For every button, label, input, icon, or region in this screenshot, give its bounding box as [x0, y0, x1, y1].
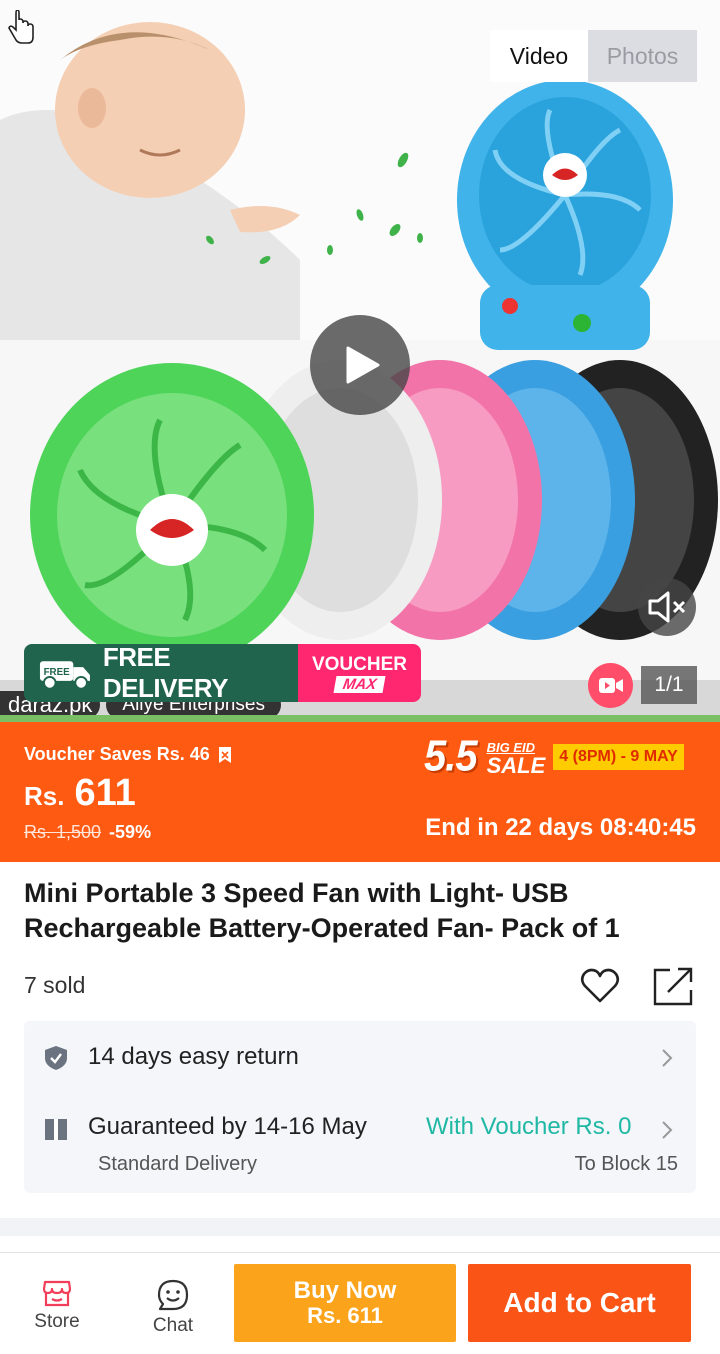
voucher-saves[interactable]: Voucher Saves Rs. 46: [24, 744, 232, 765]
mute-toggle-button[interactable]: [638, 578, 696, 636]
chat-label: Chat: [152, 1315, 194, 1336]
discount-percent: -59%: [109, 822, 152, 842]
product-title: Mini Portable 3 Speed Fan with Light- US…: [24, 878, 620, 943]
video-camera-badge: [588, 663, 633, 708]
original-price-row: Rs. 1,500 -59%: [24, 822, 151, 843]
voucher-max-label: MAX: [333, 675, 386, 693]
tab-video[interactable]: Video: [490, 30, 588, 82]
campaign-words: BIG EID SALE: [486, 739, 546, 778]
voucher-tag-icon: [218, 746, 231, 763]
tab-photos[interactable]: Photos: [588, 30, 697, 82]
shield-check-icon: [45, 1046, 67, 1070]
free-badge-text: FREE: [44, 667, 71, 678]
current-price: Rs. 611: [24, 772, 136, 815]
section-divider: [0, 1218, 720, 1236]
chevron-right-icon: [662, 1049, 673, 1067]
store-icon: [42, 1280, 72, 1307]
price-amount: 611: [74, 772, 136, 814]
service-card: 14 days easy return Guaranteed by 14-16 …: [24, 1021, 696, 1193]
product-media-gallery[interactable]: Video Photos 1/1 daraz.pk Allye Enterpri…: [0, 0, 720, 722]
return-policy-row[interactable]: 14 days easy return: [24, 1021, 696, 1095]
original-price: Rs. 1,500: [24, 822, 102, 842]
campaign-sale: SALE: [486, 752, 546, 778]
buy-now-price: Rs. 611: [307, 1303, 383, 1328]
video-camera-icon: [599, 678, 623, 693]
store-button[interactable]: Store: [22, 1279, 92, 1339]
return-policy-text: 14 days easy return: [88, 1043, 299, 1070]
add-to-cart-button[interactable]: Add to Cart: [468, 1264, 691, 1342]
store-label: Store: [34, 1311, 80, 1332]
free-delivery-label: FREE DELIVERY: [102, 644, 229, 702]
voucher-label: VOUCHER: [311, 653, 407, 675]
hand-pointer-icon: [8, 10, 34, 44]
promo-banner: FREE FREE DELIVERY VOUCHER MAX: [24, 644, 421, 702]
package-icon: [45, 1119, 67, 1140]
flash-sale-price-bar: Voucher Saves Rs. 46 Rs. 611 Rs. 1,500 -…: [0, 722, 720, 862]
delivery-type: Standard Delivery: [98, 1153, 257, 1175]
delivery-guarantee-text: Guaranteed by 14-16 May: [88, 1113, 367, 1140]
chat-icon: [157, 1279, 189, 1311]
divider: [0, 715, 720, 722]
delivery-row[interactable]: Guaranteed by 14-16 May With Voucher Rs.…: [24, 1107, 696, 1187]
media-page-counter: 1/1: [641, 666, 697, 704]
price-currency: Rs.: [24, 781, 65, 811]
campaign-logo: 5.5 BIG EID SALE 4 (8PM) - 9 MAY: [424, 731, 684, 781]
share-icon[interactable]: [652, 966, 694, 1006]
sold-count: 7 sold: [24, 972, 86, 998]
play-icon: [346, 346, 380, 384]
voucher-max-badge: VOUCHER MAX: [298, 644, 421, 702]
free-delivery-badge: FREE FREE DELIVERY: [24, 644, 298, 702]
chevron-right-icon: [662, 1121, 673, 1139]
speaker-muted-icon: [648, 591, 686, 623]
bottom-action-bar: Store Chat Buy Now Rs. 611 Add to Cart: [0, 1252, 720, 1354]
chat-button[interactable]: Chat: [138, 1279, 208, 1339]
delivery-voucher-text: With Voucher Rs. 0: [426, 1113, 632, 1140]
campaign-number: 5.5: [424, 731, 478, 781]
campaign-dates: 4 (8PM) - 9 MAY: [553, 743, 684, 770]
delivery-destination: To Block 15: [574, 1153, 678, 1175]
media-tabs: Video Photos: [490, 30, 697, 82]
sale-countdown: End in 22 days 08:40:45: [425, 814, 696, 841]
delivery-truck-icon: FREE: [39, 661, 90, 690]
voucher-saves-text: Voucher Saves Rs. 46: [24, 744, 210, 764]
buy-now-button[interactable]: Buy Now Rs. 611: [234, 1264, 456, 1342]
play-video-button[interactable]: [310, 315, 410, 415]
heart-icon[interactable]: [579, 966, 621, 1006]
buy-now-label: Buy Now: [293, 1277, 397, 1304]
